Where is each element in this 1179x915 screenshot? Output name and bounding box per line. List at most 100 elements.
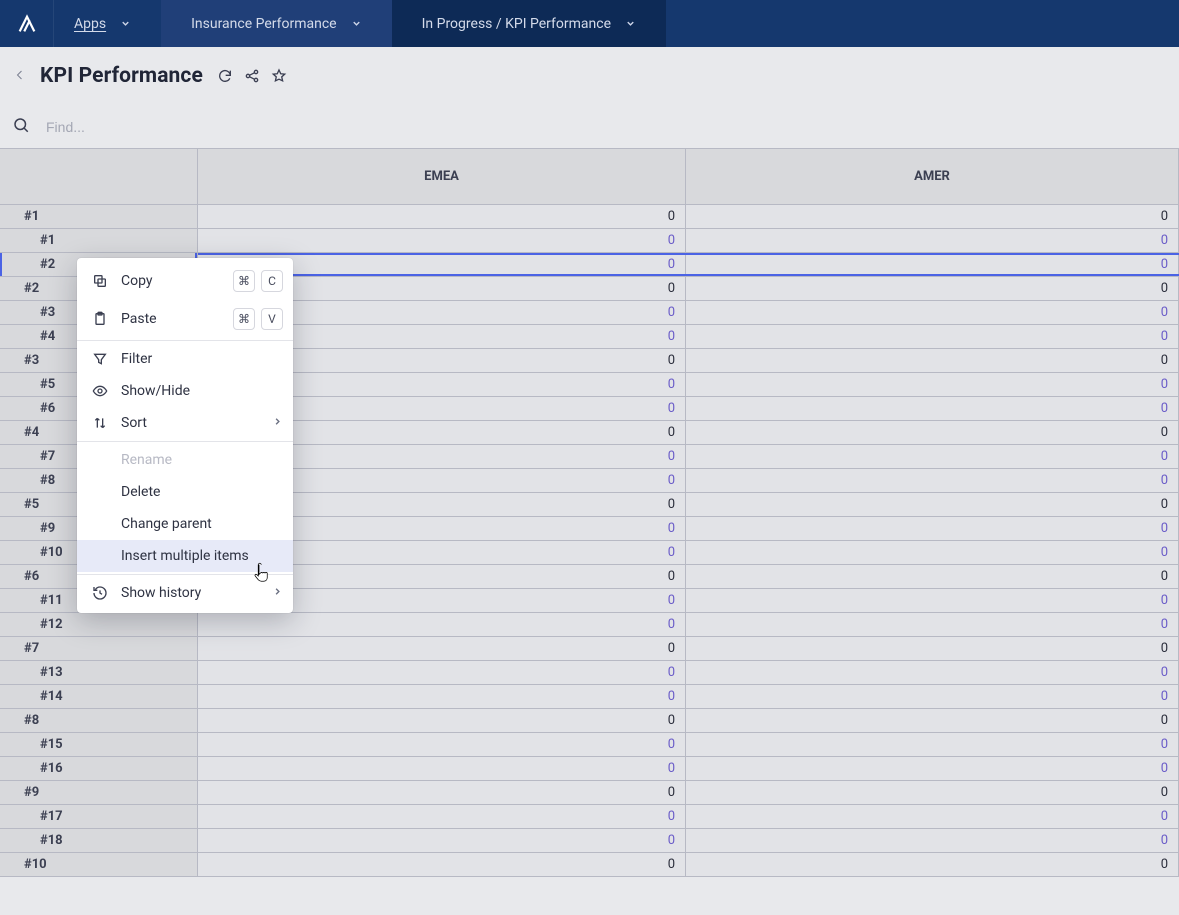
cell[interactable]: 0 — [686, 757, 1179, 780]
cell[interactable]: 0 — [198, 661, 686, 684]
refresh-icon[interactable] — [217, 68, 233, 84]
table-row[interactable]: #700 — [0, 637, 1179, 661]
cell[interactable]: 0 — [198, 205, 686, 228]
row-header[interactable]: #14 — [0, 685, 198, 708]
row-header[interactable]: #15 — [0, 733, 198, 756]
menu-item-label: Change parent — [121, 516, 283, 532]
cell[interactable]: 0 — [198, 805, 686, 828]
cell[interactable]: 0 — [686, 805, 1179, 828]
row-header[interactable]: #8 — [0, 709, 198, 732]
cell[interactable]: 0 — [686, 781, 1179, 804]
cell[interactable]: 0 — [198, 829, 686, 852]
nav-page-label: In Progress / KPI Performance — [422, 16, 611, 32]
cell[interactable]: 0 — [686, 421, 1179, 444]
cell[interactable]: 0 — [686, 829, 1179, 852]
cell[interactable]: 0 — [686, 253, 1179, 276]
table-row[interactable]: #1400 — [0, 685, 1179, 709]
key: V — [261, 308, 283, 330]
column-header[interactable]: EMEA — [198, 149, 686, 204]
menu-item-sort[interactable]: Sort — [77, 407, 293, 439]
row-header[interactable]: #7 — [0, 637, 198, 660]
cell[interactable]: 0 — [686, 517, 1179, 540]
menu-item-filter[interactable]: Filter — [77, 343, 293, 375]
cell[interactable]: 0 — [686, 373, 1179, 396]
cell[interactable]: 0 — [686, 541, 1179, 564]
key: ⌘ — [233, 270, 255, 292]
menu-item-copy[interactable]: Copy⌘C — [77, 262, 293, 300]
menu-item-label: Show/Hide — [121, 383, 283, 399]
row-header[interactable]: #1 — [0, 205, 198, 228]
menu-item-delete[interactable]: Delete — [77, 476, 293, 508]
chevron-down-icon — [351, 18, 362, 29]
row-header[interactable]: #16 — [0, 757, 198, 780]
cell[interactable]: 0 — [198, 757, 686, 780]
cell[interactable]: 0 — [198, 613, 686, 636]
cell[interactable]: 0 — [686, 853, 1179, 876]
row-header[interactable]: #12 — [0, 613, 198, 636]
cell[interactable]: 0 — [686, 397, 1179, 420]
nav-apps[interactable]: Apps — [54, 0, 161, 47]
cell[interactable]: 0 — [686, 445, 1179, 468]
cell[interactable]: 0 — [686, 661, 1179, 684]
cell[interactable]: 0 — [686, 565, 1179, 588]
cell[interactable]: 0 — [686, 229, 1179, 252]
table-row[interactable]: #1700 — [0, 805, 1179, 829]
cell[interactable]: 0 — [686, 589, 1179, 612]
row-header[interactable]: #9 — [0, 781, 198, 804]
table-row[interactable]: #1300 — [0, 661, 1179, 685]
cell[interactable]: 0 — [198, 733, 686, 756]
cell[interactable]: 0 — [686, 277, 1179, 300]
cell[interactable]: 0 — [686, 301, 1179, 324]
share-icon[interactable] — [244, 68, 260, 84]
table-row[interactable]: #800 — [0, 709, 1179, 733]
pointer-cursor-icon — [253, 562, 271, 584]
cell[interactable]: 0 — [686, 685, 1179, 708]
column-header[interactable]: AMER — [686, 149, 1179, 204]
back-button[interactable] — [14, 67, 26, 86]
keyboard-shortcut: ⌘V — [233, 308, 283, 330]
cell[interactable]: 0 — [198, 685, 686, 708]
cell[interactable]: 0 — [686, 325, 1179, 348]
favorite-star-icon[interactable] — [271, 68, 287, 84]
row-header[interactable]: #17 — [0, 805, 198, 828]
row-header[interactable]: #13 — [0, 661, 198, 684]
menu-item-show-hide[interactable]: Show/Hide — [77, 375, 293, 407]
cell[interactable]: 0 — [686, 349, 1179, 372]
key: C — [261, 270, 283, 292]
table-row[interactable]: #1500 — [0, 733, 1179, 757]
row-header[interactable]: #18 — [0, 829, 198, 852]
cell[interactable]: 0 — [686, 205, 1179, 228]
cell[interactable]: 0 — [198, 853, 686, 876]
row-header[interactable]: #10 — [0, 853, 198, 876]
app-logo-icon[interactable] — [0, 0, 54, 47]
table-row[interactable]: #1200 — [0, 613, 1179, 637]
cell[interactable]: 0 — [198, 709, 686, 732]
table-row[interactable]: #1000 — [0, 853, 1179, 877]
nav-page[interactable]: In Progress / KPI Performance — [392, 0, 666, 47]
row-header[interactable]: #1 — [0, 229, 198, 252]
table-row[interactable]: #1600 — [0, 757, 1179, 781]
table-row[interactable]: #100 — [0, 229, 1179, 253]
table-row[interactable]: #1800 — [0, 829, 1179, 853]
top-nav: Apps Insurance Performance In Progress /… — [0, 0, 1179, 47]
menu-separator — [77, 441, 293, 442]
cell[interactable]: 0 — [686, 469, 1179, 492]
cell[interactable]: 0 — [686, 709, 1179, 732]
cell[interactable]: 0 — [198, 637, 686, 660]
menu-item-label: Rename — [121, 452, 283, 468]
cell[interactable]: 0 — [198, 229, 686, 252]
cell[interactable]: 0 — [686, 613, 1179, 636]
nav-model[interactable]: Insurance Performance — [161, 0, 392, 47]
cell[interactable]: 0 — [198, 781, 686, 804]
menu-item-paste[interactable]: Paste⌘V — [77, 300, 293, 338]
cell[interactable]: 0 — [686, 733, 1179, 756]
table-row[interactable]: #900 — [0, 781, 1179, 805]
cell[interactable]: 0 — [686, 637, 1179, 660]
search-input[interactable] — [44, 118, 344, 136]
context-menu: Copy⌘CPaste⌘VFilterShow/HideSortRenameDe… — [77, 258, 293, 613]
table-row[interactable]: #100 — [0, 205, 1179, 229]
cell[interactable]: 0 — [686, 493, 1179, 516]
page-title: KPI Performance — [40, 64, 203, 88]
menu-item-change-parent[interactable]: Change parent — [77, 508, 293, 540]
search-bar — [0, 105, 1179, 148]
